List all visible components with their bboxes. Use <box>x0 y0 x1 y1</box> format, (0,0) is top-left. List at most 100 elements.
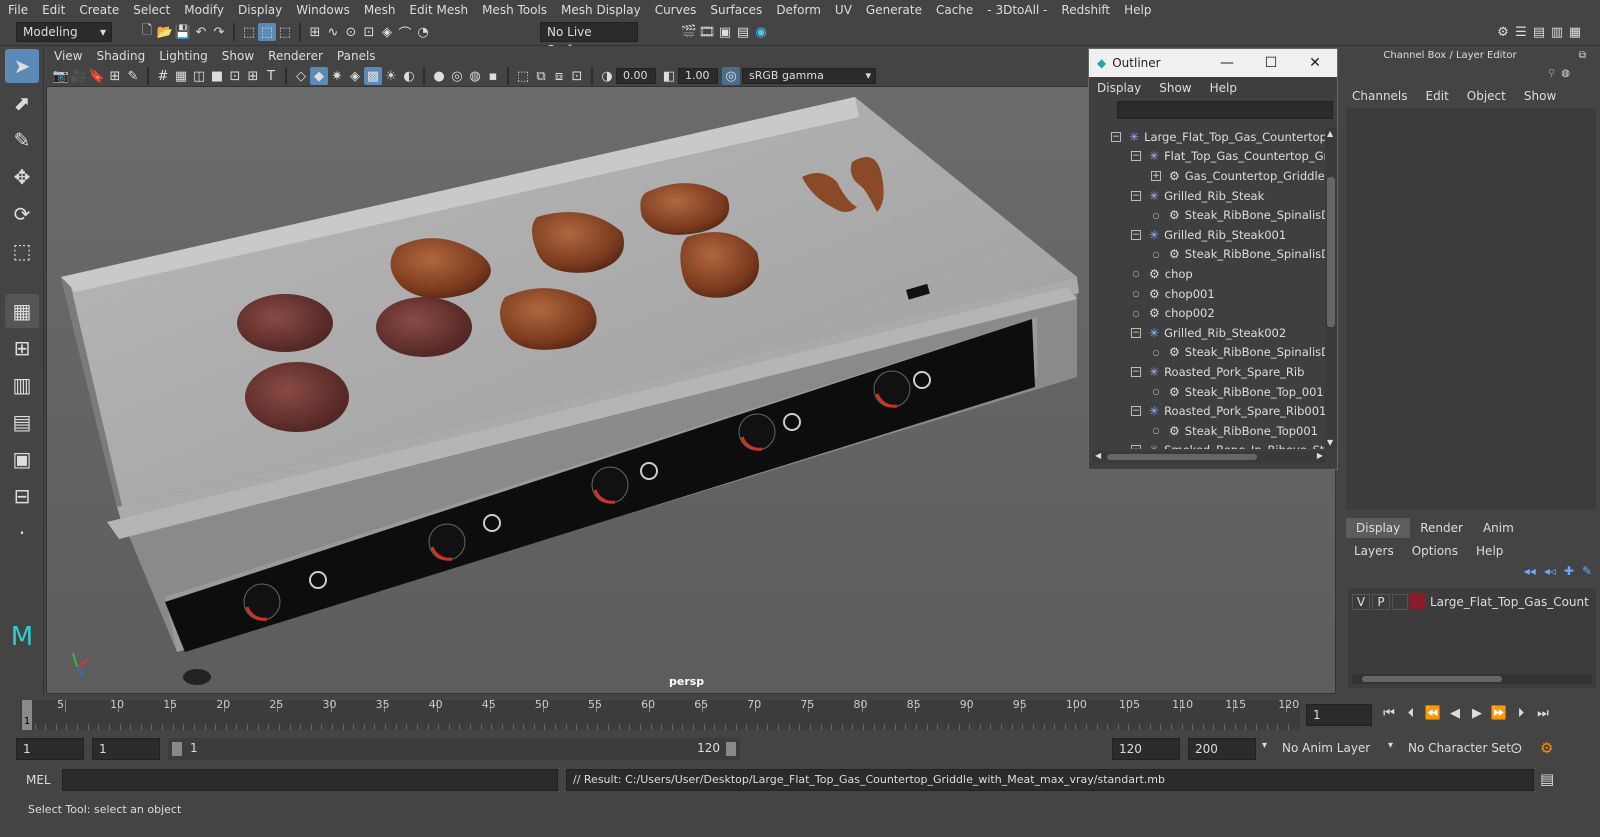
paint-select-icon[interactable]: ✎ <box>5 123 39 157</box>
layer-tab-render[interactable]: Render <box>1410 518 1473 538</box>
outliner-layout-icon[interactable]: ▥ <box>5 368 39 402</box>
hypershade-layout-icon[interactable]: ▣ <box>5 442 39 476</box>
layer-color-swatch[interactable] <box>1410 594 1426 610</box>
outliner-row[interactable]: + ⚙ Gas_Countertop_Griddle <box>1089 166 1325 186</box>
camera-attributes-icon[interactable]: 🎥 <box>70 67 88 85</box>
outliner-row[interactable]: ○ ⚙ Steak_RibBone_Top001 <box>1089 421 1325 441</box>
current-frame-field[interactable]: 1 <box>1306 704 1372 726</box>
move-tool-icon[interactable]: ✥ <box>5 160 39 194</box>
default-lighting-icon[interactable]: ✷ <box>328 67 346 85</box>
menu-redshift[interactable]: Redshift <box>1061 3 1110 17</box>
snap-magnet-icon[interactable]: ⌒ <box>396 23 414 42</box>
panel-layout-icon[interactable]: ▤ <box>1530 23 1548 41</box>
workspace-icon[interactable]: ⚙ <box>1494 23 1512 41</box>
viewport-menu-show[interactable]: Show <box>222 49 254 63</box>
outliner-row[interactable]: − ✳ Flat_Top_Gas_Countertop_Gri <box>1089 147 1325 167</box>
viewport-menu-lighting[interactable]: Lighting <box>159 49 208 63</box>
select-hierarchy-icon[interactable]: ⬚ <box>240 23 258 41</box>
undo-icon[interactable]: ↶ <box>192 23 210 41</box>
viewport-menu-renderer[interactable]: Renderer <box>268 49 323 63</box>
collapse-icon[interactable]: − <box>1131 190 1141 201</box>
select-tool-icon[interactable]: ➤ <box>5 49 39 83</box>
range-slider[interactable]: 1 120 <box>168 738 740 760</box>
start-time-field[interactable]: 1 <box>16 738 84 760</box>
chevron-down-icon[interactable]: ▾ <box>1388 740 1393 751</box>
menu-mesh-tools[interactable]: Mesh Tools <box>482 3 547 17</box>
menu-select[interactable]: Select <box>133 3 170 17</box>
safe-title-icon[interactable]: T <box>262 67 280 85</box>
outliner-vertical-scrollbar[interactable]: ▲ ▼ <box>1325 127 1337 449</box>
scroll-left-icon[interactable]: ◀ <box>1095 451 1101 460</box>
outliner-row[interactable]: ○ ⚙ chop002 <box>1089 303 1325 323</box>
playback-end-field[interactable]: 120 <box>1112 738 1180 760</box>
play-forward-icon[interactable]: ▶ <box>1468 704 1486 722</box>
four-pane-layout-icon[interactable]: ⊞ <box>5 331 39 365</box>
channel-box-menu-object[interactable]: Object <box>1467 89 1506 103</box>
character-set-dropdown[interactable]: No Character Set <box>1408 741 1511 755</box>
outliner-row[interactable]: − ✳ Grilled_Rib_Steak <box>1089 186 1325 206</box>
outliner-row[interactable]: ○ ⚙ chop <box>1089 264 1325 284</box>
step-forward-key-icon[interactable]: ⏩ <box>1490 704 1508 722</box>
wireframe-on-shaded-icon[interactable]: ◈ <box>346 67 364 85</box>
xray-joints-icon[interactable]: ◎ <box>448 67 466 85</box>
menu-generate[interactable]: Generate <box>866 3 922 17</box>
isolate-select-icon[interactable]: ⬚ <box>514 67 532 85</box>
exposure-field[interactable]: 0.00 <box>616 68 656 84</box>
scroll-down-icon[interactable]: ▼ <box>1327 438 1333 447</box>
step-forward-frame-icon[interactable]: ⏵ <box>1512 704 1530 722</box>
select-component-icon[interactable]: ⬚ <box>276 23 294 41</box>
attribute-editor-icon[interactable]: ▥ <box>1548 23 1566 41</box>
collapse-icon[interactable]: − <box>1131 229 1141 240</box>
scroll-thumb[interactable] <box>1327 177 1335 327</box>
menu-file[interactable]: File <box>8 3 28 17</box>
scale-tool-icon[interactable]: ⬚ <box>5 234 39 268</box>
scroll-right-icon[interactable]: ▶ <box>1317 451 1323 460</box>
close-icon[interactable]: ✕ <box>1293 55 1337 71</box>
current-frame-marker[interactable]: 1 <box>22 700 32 730</box>
menu-surfaces[interactable]: Surfaces <box>710 3 762 17</box>
shadows-icon[interactable]: ◐ <box>400 67 418 85</box>
attribute-editor-toggle-icon[interactable]: ⚲ <box>1548 68 1555 79</box>
use-all-lights-icon[interactable]: ☀ <box>382 67 400 85</box>
textured-icon[interactable]: ▩ <box>364 67 382 85</box>
time-slider-track[interactable]: 5 10 15 20 25 30 35 40 45 50 55 60 65 70 75 80 85 90 95 100… <box>20 698 1300 730</box>
layer-menu-layers[interactable]: Layers <box>1354 544 1394 558</box>
xray-icon[interactable]: ● <box>430 67 448 85</box>
auto-key-icon[interactable]: ⊙ <box>1510 739 1523 757</box>
image-plane-icon[interactable]: ⊞ <box>106 67 124 85</box>
gamma-icon[interactable]: ◧ <box>660 67 678 85</box>
menu-mesh[interactable]: Mesh <box>364 3 396 17</box>
live-surface-field[interactable]: No Live Surface <box>540 22 638 57</box>
menu-create[interactable]: Create <box>79 3 119 17</box>
layer-row[interactable]: V P Large_Flat_Top_Gas_Count <box>1348 592 1596 612</box>
outliner-row[interactable]: − ✳ Roasted_Pork_Spare_Rib <box>1089 362 1325 382</box>
lasso-tool-icon[interactable]: ⬈ <box>5 86 39 120</box>
new-layer-selected-icon[interactable]: ✎ <box>1582 564 1592 578</box>
uv-layout-icon[interactable]: ⊟ <box>5 479 39 513</box>
outliner-row[interactable]: ○ ⚙ Steak_RibBone_SpinalisDc <box>1089 245 1326 265</box>
snap-surface-icon[interactable]: ◈ <box>378 23 396 41</box>
menu-edit[interactable]: Edit <box>42 3 65 17</box>
new-layer-icon[interactable]: ✚ <box>1564 564 1574 578</box>
gamma-field[interactable]: 1.00 <box>678 68 718 84</box>
outliner-row[interactable]: ○ ⚙ Steak_RibBone_Top_001 <box>1089 382 1325 402</box>
open-scene-icon[interactable]: 📂 <box>156 23 174 41</box>
anim-layer-dropdown[interactable]: No Anim Layer <box>1282 741 1370 755</box>
viewport-menu-view[interactable]: View <box>54 49 82 63</box>
snap-point-icon[interactable]: ⊙ <box>342 23 360 41</box>
range-end-handle[interactable] <box>726 742 736 756</box>
outliner-row[interactable]: − ✳ Grilled_Rib_Steak002 <box>1089 323 1325 343</box>
menu-display[interactable]: Display <box>238 3 282 17</box>
animation-preferences-icon[interactable]: ⚙ <box>1540 739 1553 757</box>
menu-deform[interactable]: Deform <box>776 3 821 17</box>
viewport-menu-panels[interactable]: Panels <box>337 49 376 63</box>
menu-help[interactable]: Help <box>1124 3 1151 17</box>
wireframe-icon[interactable]: ◇ <box>292 67 310 85</box>
field-chart-icon[interactable]: ⊡ <box>226 67 244 85</box>
collapse-icon[interactable]: − <box>1131 406 1141 417</box>
channel-box-menu-show[interactable]: Show <box>1524 89 1556 103</box>
menu-3dtoall[interactable]: - 3DtoAll - <box>987 3 1047 17</box>
snap-grid-icon[interactable]: ⊞ <box>306 23 324 41</box>
outliner-row[interactable]: ○ ⚙ Steak_RibBone_SpinalisDc <box>1089 205 1326 225</box>
outliner-horizontal-scrollbar[interactable]: ◀ ▶ <box>1093 451 1325 463</box>
